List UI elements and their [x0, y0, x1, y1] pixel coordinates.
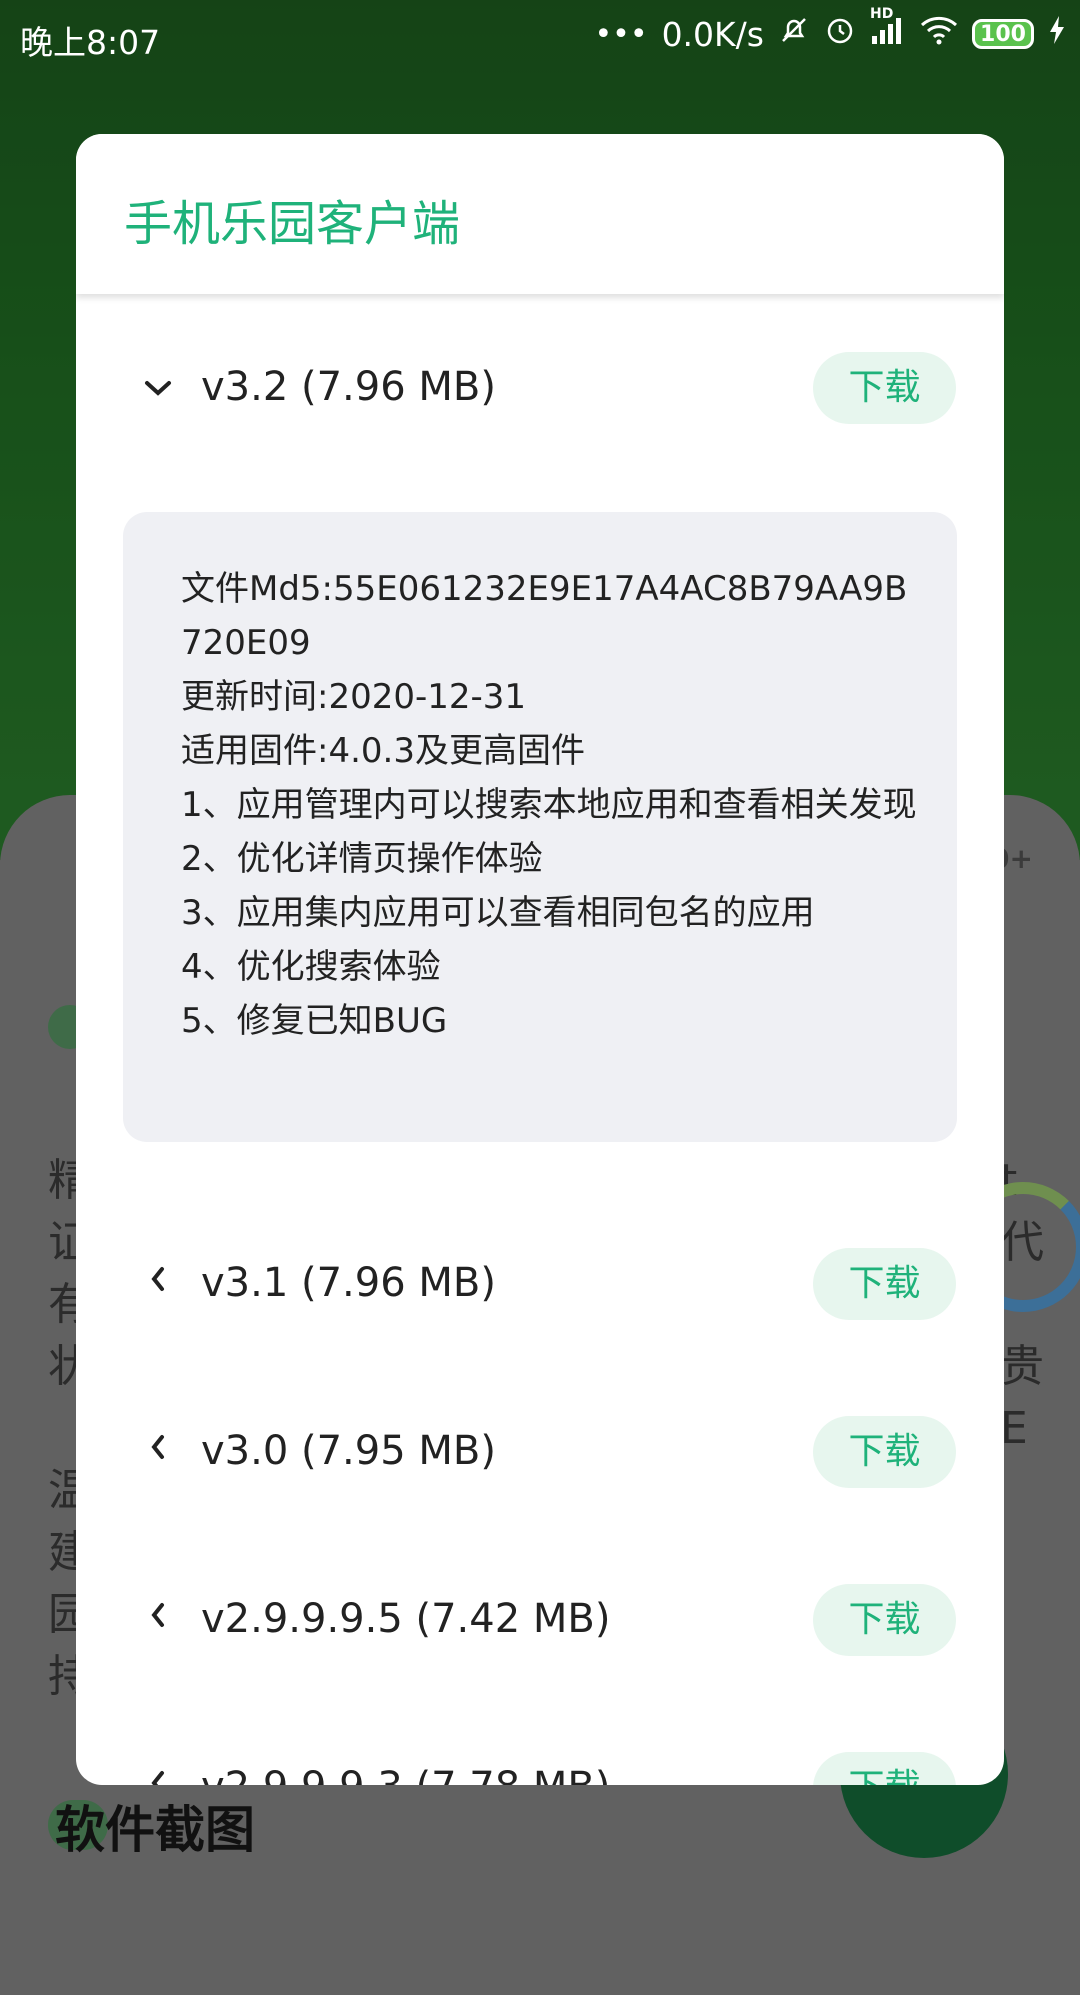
chevron-left-icon[interactable]	[138, 1762, 178, 1785]
version-row[interactable]: v2.9.9.9.5 (7.42 MB) 下载	[76, 1576, 1004, 1672]
dialog-header: 手机乐园客户端	[76, 134, 1004, 294]
chevron-left-icon[interactable]	[138, 1426, 178, 1472]
download-button[interactable]: 下载	[813, 1752, 956, 1785]
chevron-left-icon[interactable]	[138, 1258, 178, 1304]
more-dots-icon: •••	[594, 16, 648, 52]
version-row[interactable]: v3.2 (7.96 MB) 下载	[76, 344, 1004, 440]
version-label: v2.9.9.9.3 (7.78 MB)	[201, 1764, 610, 1785]
alarm-icon	[824, 14, 856, 54]
download-button[interactable]: 下载	[813, 1584, 956, 1656]
version-label: v3.2 (7.96 MB)	[201, 364, 496, 410]
status-time: 晚上8:07	[20, 23, 161, 62]
version-label: v2.9.9.9.5 (7.42 MB)	[201, 1596, 611, 1642]
version-dialog: 手机乐园客户端 v3.2 (7.96 MB) 下载 文件Md5:55E06123…	[76, 134, 1004, 1785]
version-row[interactable]: v3.0 (7.95 MB) 下载	[76, 1408, 1004, 1504]
background-section-heading: 软件截图	[55, 1801, 255, 1859]
status-bar: 晚上8:07 ••• 0.0K/s HD 100	[0, 0, 1080, 72]
dialog-title: 手机乐园客户端	[124, 196, 461, 252]
version-details-panel: 文件Md5:55E061232E9E17A4AC8B79AA9B720E09 更…	[123, 512, 957, 1142]
details-changelog-item: 2、优化详情页操作体验	[181, 839, 543, 879]
download-button[interactable]: 下载	[813, 1416, 956, 1488]
details-firmware: 适用固件:4.0.3及更高固件	[181, 731, 585, 771]
details-changelog-item: 1、应用管理内可以搜索本地应用和查看相关发现	[181, 785, 917, 825]
details-md5: 文件Md5:55E061232E9E17A4AC8B79AA9B720E09	[181, 569, 908, 663]
cell-signal-icon: HD	[870, 6, 906, 54]
download-button[interactable]: 下载	[813, 1248, 956, 1320]
chevron-left-icon[interactable]	[138, 1594, 178, 1640]
chevron-down-icon[interactable]	[138, 362, 178, 408]
charging-icon	[1048, 14, 1066, 54]
details-changelog-item: 4、优化搜索体验	[181, 947, 441, 987]
network-speed: 0.0K/s	[661, 14, 764, 54]
mute-bell-icon	[778, 14, 810, 54]
download-button[interactable]: 下载	[813, 352, 956, 424]
version-row[interactable]: v2.9.9.9.3 (7.78 MB) 下载	[76, 1744, 1004, 1785]
version-row[interactable]: v3.1 (7.96 MB) 下载	[76, 1240, 1004, 1336]
details-changelog-item: 5、修复已知BUG	[181, 1001, 448, 1041]
wifi-icon	[920, 14, 958, 54]
battery-icon: 100	[972, 19, 1034, 49]
version-label: v3.0 (7.95 MB)	[201, 1428, 496, 1474]
details-update-time: 更新时间:2020-12-31	[181, 677, 527, 717]
version-label: v3.1 (7.96 MB)	[201, 1260, 496, 1306]
details-changelog-item: 3、应用集内应用可以查看相同包名的应用	[181, 893, 815, 933]
